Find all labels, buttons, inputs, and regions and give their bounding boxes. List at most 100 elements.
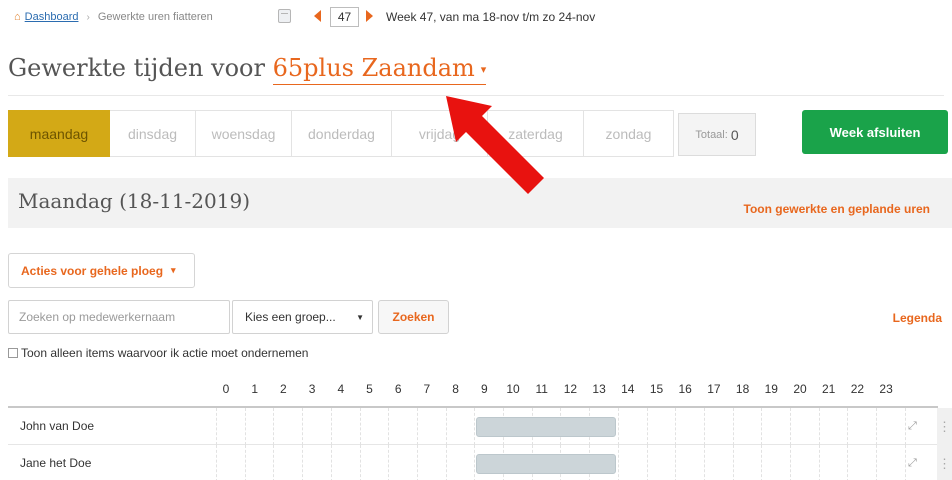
hour-gridline — [388, 408, 390, 445]
hour-label: 1 — [251, 382, 259, 396]
hour-gridline — [244, 408, 246, 445]
hour-label: 12 — [563, 382, 578, 396]
hour-gridline — [675, 408, 677, 445]
week-number-input[interactable] — [330, 7, 359, 27]
home-icon[interactable]: ⌂ — [14, 11, 21, 23]
previous-week-arrow-icon[interactable] — [314, 10, 321, 22]
hour-gridline — [818, 445, 820, 480]
total-box: Totaal: 0 — [678, 113, 756, 156]
tab-maandag[interactable]: maandag — [8, 110, 110, 157]
employee-search-input[interactable] — [8, 300, 230, 334]
day-title: Maandag (18-11-2019) — [18, 189, 251, 213]
location-name: 65plus Zaandam — [272, 54, 475, 82]
day-tabs: maandag dinsdag woensdag donderdag vrijdag za… — [8, 110, 674, 157]
tab-vrijdag[interactable]: vrijdag — [392, 110, 488, 157]
expand-icon[interactable]: ⤢ — [908, 457, 917, 470]
hour-label: 7 — [423, 382, 431, 396]
tab-dinsdag[interactable]: dinsdag — [110, 110, 196, 157]
hour-label: 11 — [535, 382, 548, 396]
drag-handle-icon[interactable]: ⋮ — [937, 408, 952, 445]
hour-label: 10 — [506, 382, 520, 396]
hour-label: 13 — [592, 382, 606, 396]
employee-row: Jane het Doe ⤢ ⋮ — [8, 445, 952, 480]
shift-bar[interactable] — [476, 417, 616, 437]
hour-gridline — [847, 445, 849, 480]
chevron-down-icon: ▾ — [171, 265, 176, 275]
hour-gridline — [445, 445, 447, 480]
hour-gridline — [302, 408, 304, 445]
tab-zaterdag[interactable]: zaterdag — [488, 110, 584, 157]
hour-label: 20 — [793, 382, 807, 396]
location-dropdown[interactable]: 65plus Zaandam ▾ — [272, 54, 487, 85]
hour-label: 16 — [678, 382, 692, 396]
hour-gridline — [732, 445, 734, 480]
tab-woensdag[interactable]: woensdag — [196, 110, 292, 157]
group-select[interactable]: Kies een groep... ▼ — [232, 300, 373, 334]
hour-label: 14 — [621, 382, 635, 396]
title-divider — [8, 95, 944, 96]
hour-gridline — [761, 445, 763, 480]
next-week-arrow-icon[interactable] — [366, 10, 373, 22]
total-label: Totaal: — [695, 128, 728, 141]
hour-gridline — [330, 445, 332, 480]
day-header: Maandag (18-11-2019) Toon gewerkte en ge… — [8, 178, 952, 228]
hour-gridline — [904, 408, 906, 445]
team-actions-dropdown[interactable]: Acties voor gehele ploeg ▾ — [8, 253, 195, 288]
hour-gridline — [761, 408, 763, 445]
hour-label: 18 — [735, 382, 750, 396]
team-actions-label: Acties voor gehele ploeg — [21, 263, 164, 278]
show-worked-planned-hours-link[interactable]: Toon gewerkte en geplande uren — [744, 202, 930, 216]
employee-name: Jane het Doe — [20, 456, 92, 470]
tab-zondag[interactable]: zondag — [584, 110, 674, 157]
hour-gridline — [244, 445, 246, 480]
hour-label: 22 — [850, 382, 865, 396]
calendar-icon[interactable] — [278, 9, 291, 23]
action-filter-checkbox[interactable] — [8, 348, 18, 358]
hour-gridline — [474, 445, 476, 480]
hour-gridline — [216, 445, 217, 480]
hour-gridline — [216, 408, 217, 445]
breadcrumb-current: Gewerkte uren fiatteren — [97, 11, 213, 23]
hour-gridline — [273, 445, 275, 480]
hour-label: 4 — [337, 382, 345, 396]
hour-label: 3 — [308, 382, 316, 396]
action-filter: Toon alleen items waarvoor ik actie moet… — [8, 346, 308, 360]
hour-gridline — [703, 445, 705, 480]
hour-gridline — [617, 445, 619, 480]
hour-gridline — [359, 445, 361, 480]
week-range-label: Week 47, van ma 18-nov t/m zo 24-nov — [386, 10, 596, 24]
expand-icon[interactable]: ⤢ — [908, 420, 917, 433]
legend-link[interactable]: Legenda — [893, 311, 942, 325]
hour-gridline — [904, 445, 906, 480]
hour-label: 8 — [452, 382, 459, 396]
hour-gridline — [359, 408, 361, 445]
hour-gridline — [790, 445, 791, 480]
page-title-prefix: Gewerkte tijden voor — [8, 54, 265, 82]
hour-gridline — [416, 445, 418, 480]
hour-label: 23 — [879, 382, 893, 396]
shift-bar[interactable] — [476, 454, 616, 474]
hour-gridline — [646, 408, 648, 445]
breadcrumb-dashboard-link[interactable]: Dashboard — [25, 11, 79, 23]
hour-label: 6 — [394, 382, 402, 396]
hour-label: 15 — [649, 382, 664, 396]
tab-donderdag[interactable]: donderdag — [292, 110, 392, 157]
hour-label: 0 — [222, 382, 230, 396]
close-week-button[interactable]: Week afsluiten — [802, 110, 948, 154]
hour-gridline — [646, 445, 648, 480]
drag-handle-icon[interactable]: ⋮ — [937, 445, 952, 480]
total-value: 0 — [730, 126, 739, 143]
hour-gridline — [445, 408, 447, 445]
hour-label: 19 — [764, 382, 778, 396]
hour-gridline — [617, 408, 619, 445]
hour-gridline — [876, 408, 878, 445]
hour-gridline — [273, 408, 275, 445]
hour-gridline — [732, 408, 734, 445]
employee-timeline — [216, 408, 906, 445]
hour-gridline — [675, 445, 677, 480]
search-button[interactable]: Zoeken — [378, 300, 449, 334]
hour-gridline — [876, 445, 878, 480]
breadcrumb-separator: › — [86, 11, 90, 23]
hour-gridline — [388, 445, 390, 480]
hour-label: 9 — [480, 382, 488, 396]
